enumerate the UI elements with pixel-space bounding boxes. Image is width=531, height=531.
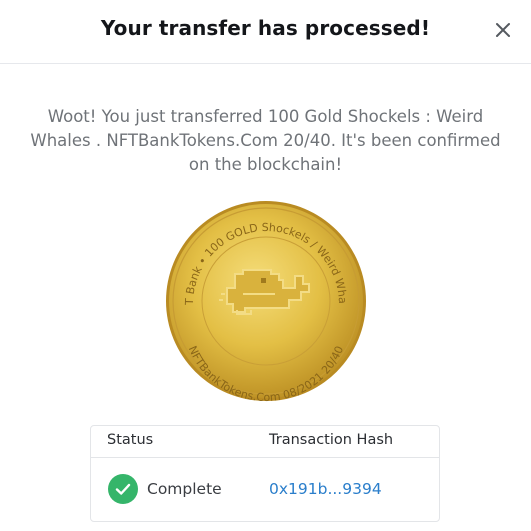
transfer-success-dialog: Your transfer has processed! Woot! You j… [0,0,531,531]
transfer-message: Woot! You just transferred 100 Gold Shoc… [30,107,501,174]
transaction-status-table: Status Transaction Hash Complete 0x191b.… [90,425,440,522]
check-icon [108,474,138,504]
transaction-hash-link[interactable]: 0x191b...9394 [269,480,382,498]
table-header-row: Status Transaction Hash [91,426,439,458]
status-column-header: Status [107,432,154,448]
dialog-title: Your transfer has processed! [100,16,431,40]
dialog-header: Your transfer has processed! [0,0,531,64]
close-button[interactable] [490,17,516,43]
close-icon [496,23,510,37]
transaction-hash-column-header: Transaction Hash [269,432,394,448]
nft-coin-image: NFT Bank • 100 GOLD Shockels / Weird Wha… [161,190,367,404]
status-value: Complete [147,480,222,498]
